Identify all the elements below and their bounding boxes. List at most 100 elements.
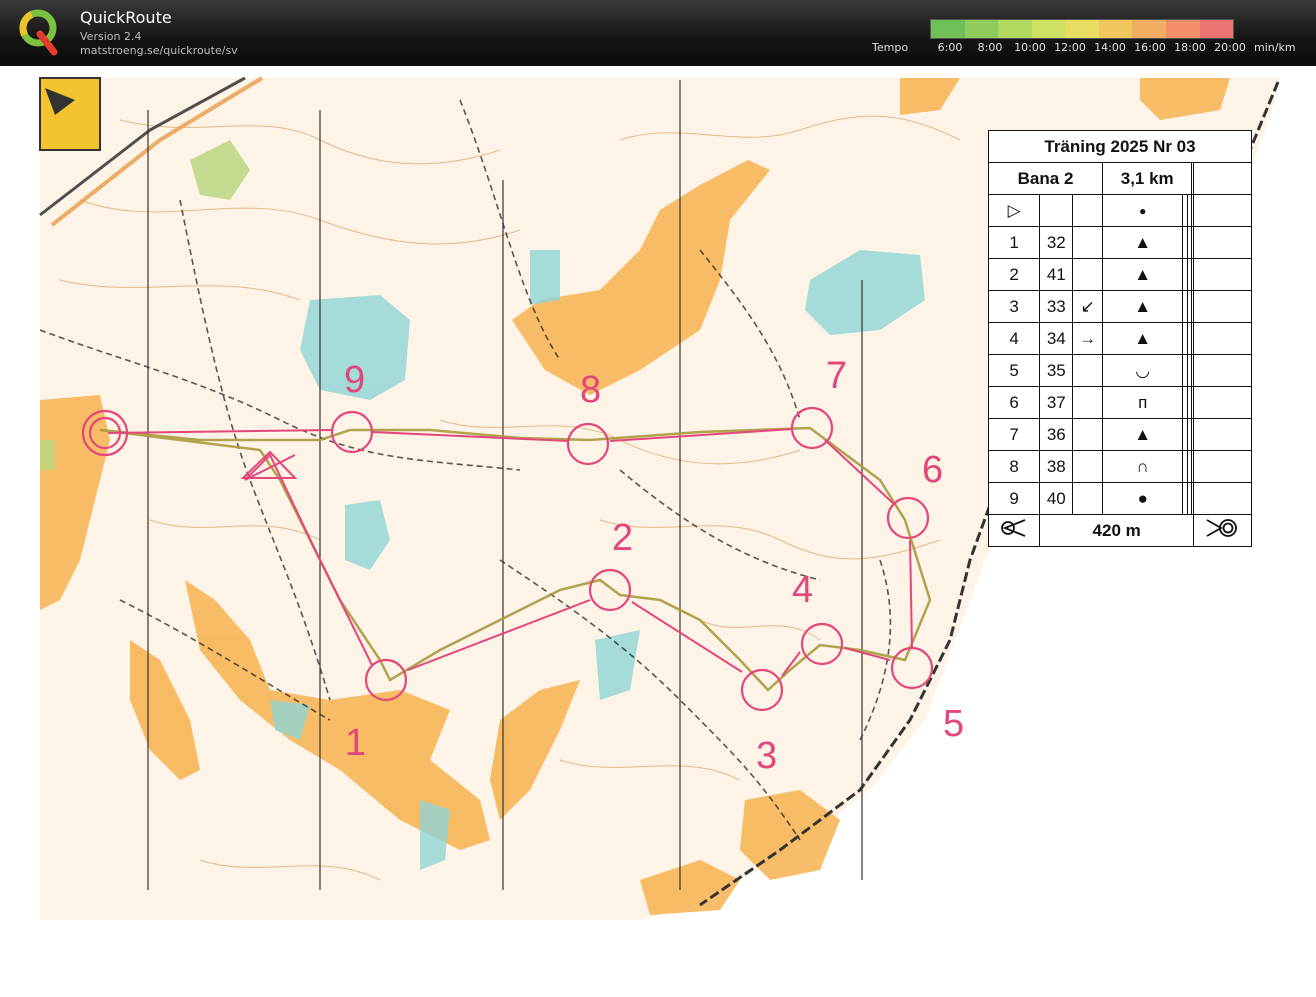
- control-description-row: 3 33 ↙ ▲: [987, 290, 1253, 323]
- tempo-tick-label: 16:00: [1134, 41, 1166, 54]
- control-number-1: 1: [345, 722, 366, 764]
- control-description-row: 7 36 ▲: [987, 418, 1253, 451]
- empty-cell: [1192, 450, 1253, 483]
- tempo-color-cell: [1065, 20, 1099, 38]
- control-direction: [1072, 226, 1104, 259]
- control-code: 36: [1039, 418, 1074, 451]
- orienteering-map[interactable]: 1 2 3 4 5 6 7 8 9 Träning 2025 Nr 03 Ban…: [0, 66, 1316, 997]
- control-description-row: 9 40 ●: [987, 482, 1253, 515]
- control-description-row: 6 37 ᴨ: [987, 386, 1253, 419]
- start-symbol: ▷: [987, 194, 1041, 227]
- control-direction: [1072, 386, 1104, 419]
- control-feature-symbol: ●: [1102, 482, 1184, 515]
- app-version: Version 2.4: [80, 30, 142, 43]
- tempo-color-scale: [930, 19, 1234, 39]
- control-order: 1: [987, 226, 1041, 259]
- control-code: 37: [1039, 386, 1074, 419]
- tempo-color-cell: [1098, 20, 1133, 38]
- control-feature-symbol: ᴨ: [1102, 386, 1184, 419]
- control-code: 35: [1039, 354, 1074, 387]
- tempo-tick-label: 6:00: [937, 41, 963, 54]
- control-feature-symbol: ▲: [1102, 290, 1184, 323]
- tempo-color-cell: [1199, 20, 1234, 38]
- control-feature-symbol: ▲: [1102, 322, 1184, 355]
- tempo-color-cell: [998, 20, 1032, 38]
- map-logo-icon: [39, 77, 101, 151]
- empty-cell: [1192, 226, 1253, 259]
- control-direction: [1072, 418, 1104, 451]
- empty-cell: [1192, 354, 1253, 387]
- control-order: 2: [987, 258, 1041, 291]
- tempo-color-cell: [1132, 20, 1166, 38]
- control-feature-symbol: ▲: [1102, 258, 1184, 291]
- control-direction: [1072, 354, 1104, 387]
- empty-cell: [1192, 258, 1253, 291]
- tempo-tick-label: 20:00: [1214, 41, 1246, 54]
- tempo-label: Tempo: [872, 41, 909, 54]
- event-title: Träning 2025 Nr 03: [988, 130, 1252, 163]
- control-order: 5: [987, 354, 1041, 387]
- control-number-5: 5: [943, 703, 964, 745]
- control-description-sheet: Träning 2025 Nr 03 Bana 2 3,1 km ▷ ● 1 32…: [987, 130, 1253, 547]
- control-number-4: 4: [792, 569, 813, 611]
- course-name: Bana 2: [987, 162, 1104, 195]
- tempo-color-cell: [964, 20, 999, 38]
- control-description-row: 1 32 ▲: [987, 226, 1253, 259]
- tempo-tick-label: 14:00: [1094, 41, 1126, 54]
- tempo-tick-label: 8:00: [977, 41, 1003, 54]
- control-direction: [1072, 258, 1104, 291]
- control-order: 7: [987, 418, 1041, 451]
- finish-distance: 420 m: [1039, 514, 1194, 547]
- control-number-3: 3: [756, 735, 777, 777]
- empty-cell: [1192, 386, 1253, 419]
- tempo-tick-label: 10:00: [1014, 41, 1046, 54]
- course-length: 3,1 km: [1102, 162, 1193, 195]
- control-order: 9: [987, 482, 1041, 515]
- control-feature-symbol: ▲: [1102, 226, 1184, 259]
- control-code: 38: [1039, 450, 1074, 483]
- control-code: 34: [1039, 322, 1074, 355]
- control-direction: →: [1072, 322, 1104, 355]
- tempo-tick-label: 12:00: [1054, 41, 1086, 54]
- control-order: 6: [987, 386, 1041, 419]
- tempo-tick-labels: 6:00 8:00 10:00 12:00 14:00 16:00 18:00 20:00: [930, 41, 1246, 55]
- finish-from-icon: [987, 514, 1041, 547]
- control-number-6: 6: [922, 449, 943, 491]
- empty-cell: [1192, 322, 1253, 355]
- app-url[interactable]: matstroeng.se/quickroute/sv: [80, 44, 238, 57]
- control-order: 4: [987, 322, 1041, 355]
- start-feature-symbol: ●: [1102, 194, 1184, 227]
- control-direction: [1072, 482, 1104, 515]
- control-description-row: 2 41 ▲: [987, 258, 1253, 291]
- control-feature-symbol: ▲: [1102, 418, 1184, 451]
- control-number-7: 7: [826, 355, 847, 397]
- tempo-color-cell: [1031, 20, 1066, 38]
- tempo-unit: min/km: [1254, 41, 1296, 54]
- control-code: 33: [1039, 290, 1074, 323]
- control-number-8: 8: [580, 369, 601, 411]
- control-code: 41: [1039, 258, 1074, 291]
- control-number-2: 2: [612, 517, 633, 559]
- control-code: 32: [1039, 226, 1074, 259]
- control-feature-symbol: ◡: [1102, 354, 1184, 387]
- finish-to-icon: [1192, 514, 1253, 547]
- control-direction: ↙: [1072, 290, 1104, 323]
- tempo-color-cell: [931, 20, 965, 38]
- control-description-row: 5 35 ◡: [987, 354, 1253, 387]
- control-description-row: 8 38 ∩: [987, 450, 1253, 483]
- control-code: 40: [1039, 482, 1074, 515]
- app-title: QuickRoute: [80, 8, 172, 27]
- control-order: 8: [987, 450, 1041, 483]
- tempo-tick-label: 18:00: [1174, 41, 1206, 54]
- title-bar: QuickRoute Version 2.4 matstroeng.se/qui…: [0, 0, 1316, 66]
- control-description-row: 4 34 → ▲: [987, 322, 1253, 355]
- control-feature-symbol: ∩: [1102, 450, 1184, 483]
- empty-cell: [1192, 418, 1253, 451]
- quickroute-logo-icon: [19, 9, 58, 56]
- empty-cell: [1192, 482, 1253, 515]
- control-order: 3: [987, 290, 1041, 323]
- control-number-9: 9: [344, 359, 365, 401]
- tempo-color-cell: [1165, 20, 1200, 38]
- control-direction: [1072, 450, 1104, 483]
- empty-cell: [1192, 290, 1253, 323]
